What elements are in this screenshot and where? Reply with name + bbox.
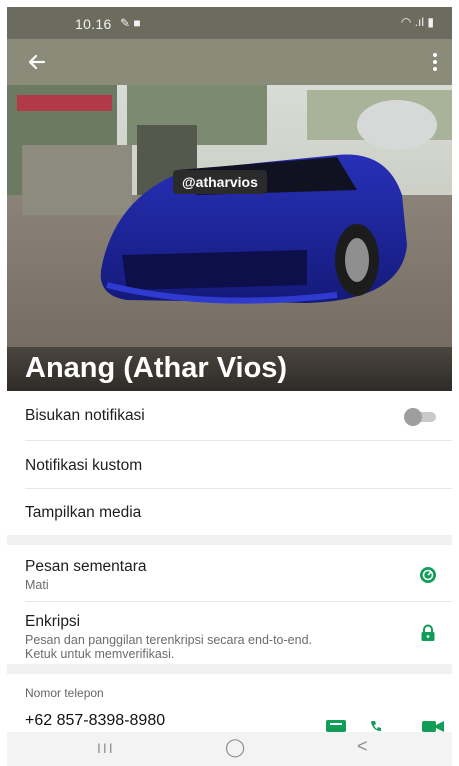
timer-icon xyxy=(420,567,436,583)
encryption-label: Enkripsi xyxy=(25,613,81,630)
phone-caption: Nomor telepon xyxy=(25,686,104,700)
message-icon[interactable] xyxy=(326,720,346,732)
status-time: 10.16 xyxy=(75,16,112,32)
show-media-label: Tampilkan media xyxy=(25,504,142,521)
app-bar xyxy=(7,39,452,85)
phone-number: +62 857-8398-8980 xyxy=(25,712,166,729)
encryption-verify-hint: Ketuk untuk memverifikasi. xyxy=(25,647,175,661)
disappearing-messages-row[interactable]: Pesan sementara Mati xyxy=(7,545,452,601)
system-nav-bar: III ◯ < xyxy=(7,732,452,766)
disappearing-messages-label: Pesan sementara xyxy=(25,558,147,575)
phone-icon[interactable] xyxy=(370,720,382,732)
custom-notifications-row[interactable]: Notifikasi kustom xyxy=(7,441,452,489)
nav-back-button[interactable]: < xyxy=(357,736,368,757)
arrow-left-icon xyxy=(28,54,46,70)
name-band: Anang (Athar Vios) xyxy=(7,347,452,391)
status-bar: 10.16 ✎ ■ ◠ .ıl ▮ xyxy=(7,7,452,39)
status-notification-icons: ✎ ■ xyxy=(120,16,141,30)
mute-notifications-label: Bisukan notifikasi xyxy=(25,407,145,424)
more-vertical-icon xyxy=(433,53,437,71)
contact-info-screen: 10.16 ✎ ■ ◠ .ıl ▮ @atharvios Anang (Atha… xyxy=(7,7,452,766)
toggle-knob xyxy=(404,408,422,426)
car-photo-image xyxy=(7,85,452,391)
phone-number-row[interactable]: Nomor telepon +62 857-8398-8980 xyxy=(7,674,452,732)
video-icon[interactable] xyxy=(422,720,444,732)
custom-notifications-label: Notifikasi kustom xyxy=(25,457,143,474)
disappearing-messages-value: Mati xyxy=(25,578,49,592)
photo-username-tag: @atharvios xyxy=(173,170,267,194)
section-gap xyxy=(7,535,452,545)
profile-photo[interactable]: @atharvios Anang (Athar Vios) xyxy=(7,85,452,391)
home-button[interactable]: ◯ xyxy=(225,737,245,758)
status-system-icons: ◠ .ıl ▮ xyxy=(400,15,434,29)
show-media-row[interactable]: Tampilkan media xyxy=(7,489,452,535)
mute-notifications-row[interactable]: Bisukan notifikasi xyxy=(7,391,452,441)
encryption-description: Pesan dan panggilan terenkripsi secara e… xyxy=(25,633,312,647)
lock-icon xyxy=(421,624,435,641)
more-options-button[interactable] xyxy=(422,47,448,77)
contact-name: Anang (Athar Vios) xyxy=(25,352,288,384)
back-button[interactable] xyxy=(21,47,53,77)
mute-toggle[interactable] xyxy=(404,408,436,426)
section-gap xyxy=(7,664,452,674)
recent-apps-button[interactable]: III xyxy=(97,740,115,756)
encryption-row[interactable]: Enkripsi Pesan dan panggilan terenkripsi… xyxy=(7,602,452,664)
